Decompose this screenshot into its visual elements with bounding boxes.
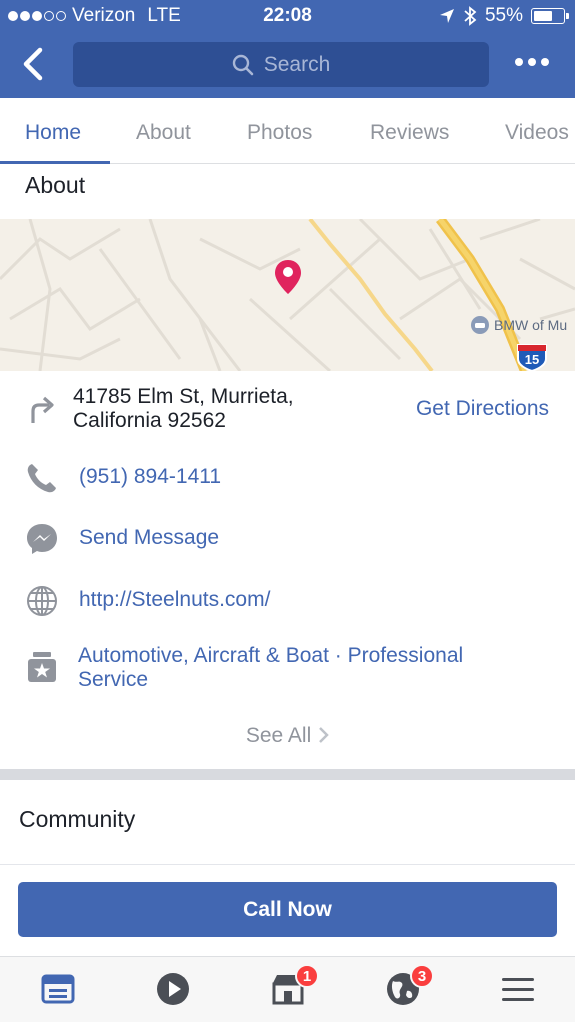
car-icon bbox=[471, 316, 489, 334]
battery-percent: 55% bbox=[484, 5, 523, 26]
category-line1: Automotive, Aircraft & Boat · Profession… bbox=[78, 644, 464, 667]
tab-photos[interactable]: Photos bbox=[247, 121, 312, 145]
active-tab-indicator bbox=[0, 161, 110, 164]
address-line1: 41785 Elm St, Murrieta, bbox=[73, 385, 294, 408]
marketplace-nav-item[interactable]: 1 bbox=[270, 964, 319, 1007]
address-text: 41785 Elm St, Murrieta, California 92562 bbox=[73, 385, 294, 433]
address-line2: California 92562 bbox=[73, 409, 226, 432]
news-feed-icon[interactable] bbox=[40, 971, 76, 1007]
back-arrow-icon[interactable] bbox=[18, 46, 50, 82]
category-text[interactable]: Automotive, Aircraft & Boat · Profession… bbox=[78, 644, 463, 692]
website-link[interactable]: http://Steelnuts.com/ bbox=[79, 588, 270, 612]
community-section-title: Community bbox=[19, 806, 136, 832]
marketplace-badge: 1 bbox=[295, 964, 319, 988]
phone-number-link[interactable]: (951) 894-1411 bbox=[79, 465, 221, 489]
tab-about[interactable]: About bbox=[136, 121, 191, 145]
bluetooth-icon bbox=[464, 6, 477, 26]
map-poi-label: BMW of Mu bbox=[494, 317, 568, 333]
more-options-icon[interactable] bbox=[515, 58, 549, 66]
video-play-icon[interactable] bbox=[155, 971, 191, 1007]
map-pin-icon bbox=[275, 260, 301, 294]
status-right: 55% bbox=[439, 5, 569, 27]
globe-icon bbox=[27, 586, 57, 616]
battery-icon bbox=[531, 8, 569, 24]
location-map[interactable]: BMW of Mu 15 bbox=[0, 219, 575, 371]
search-input[interactable]: Search bbox=[73, 42, 489, 87]
about-section-title: About bbox=[25, 172, 86, 198]
status-bar: Verizon LTE 22:08 55% bbox=[0, 0, 575, 32]
get-directions-link[interactable]: Get Directions bbox=[416, 397, 549, 421]
menu-hamburger-icon[interactable] bbox=[500, 971, 536, 1007]
category-storefront-icon bbox=[28, 652, 56, 682]
section-divider bbox=[0, 769, 575, 780]
phone-icon bbox=[27, 464, 56, 493]
map-poi: BMW of Mu bbox=[470, 315, 567, 335]
tab-home[interactable]: Home bbox=[25, 121, 81, 145]
call-now-button[interactable]: Call Now bbox=[18, 882, 557, 937]
notifications-badge: 3 bbox=[410, 964, 434, 988]
see-all-label: See All bbox=[245, 724, 312, 747]
tab-videos[interactable]: Videos bbox=[505, 121, 569, 145]
category-line2: Service bbox=[78, 668, 149, 691]
page-tabs: Home About Photos Reviews Videos bbox=[0, 98, 575, 164]
directions-icon bbox=[31, 396, 54, 423]
notifications-nav-item[interactable]: 3 bbox=[385, 964, 434, 1007]
chevron-right-icon bbox=[319, 727, 329, 743]
bottom-nav: 1 3 bbox=[0, 956, 575, 1022]
map-roads bbox=[0, 219, 575, 371]
call-bar: Call Now bbox=[0, 864, 575, 956]
location-arrow-icon bbox=[439, 9, 454, 23]
highway-shield-icon: 15 bbox=[516, 343, 548, 371]
search-icon bbox=[232, 54, 254, 75]
send-message-link[interactable]: Send Message bbox=[79, 526, 219, 550]
see-all-button[interactable]: See All bbox=[0, 724, 575, 748]
search-placeholder: Search bbox=[263, 52, 331, 76]
highway-number: 15 bbox=[524, 352, 540, 367]
header-bar: Verizon LTE 22:08 55% Search bbox=[0, 0, 575, 98]
tab-reviews[interactable]: Reviews bbox=[370, 121, 449, 145]
messenger-icon bbox=[27, 524, 57, 554]
